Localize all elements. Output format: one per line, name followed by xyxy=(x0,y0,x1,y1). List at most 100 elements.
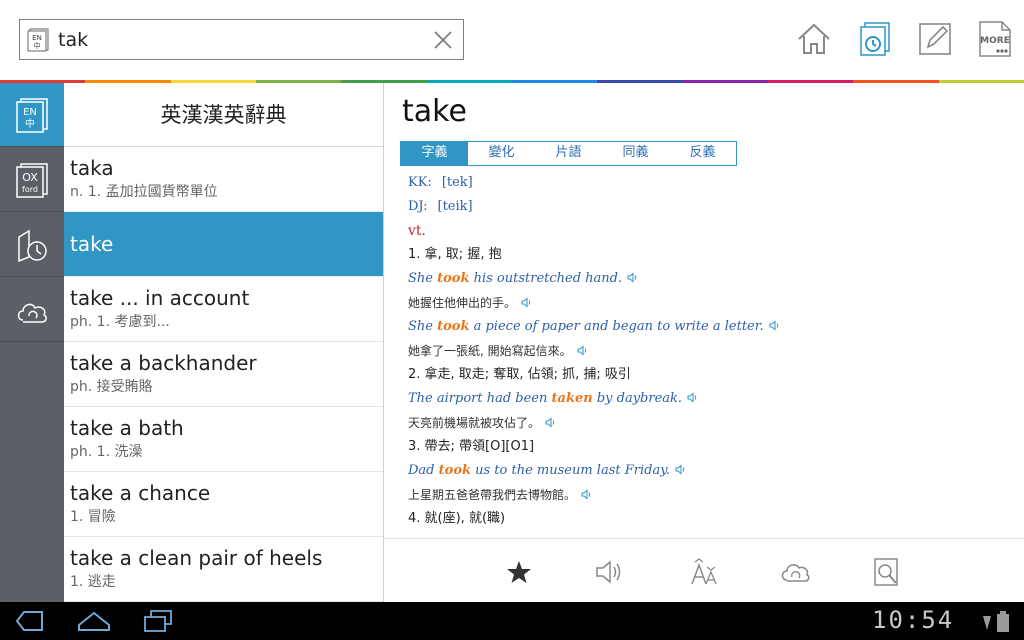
list-item[interactable]: take xyxy=(64,212,383,277)
home-nav-icon[interactable] xyxy=(76,608,112,634)
example-sentence: The airport had been taken by daybreak. xyxy=(408,387,1008,411)
rail-item-cloud[interactable] xyxy=(0,278,64,342)
svg-text:MORE: MORE xyxy=(980,36,1010,46)
example-highlight: took xyxy=(438,463,471,478)
speaker-icon[interactable] xyxy=(521,297,532,308)
example-highlight: took xyxy=(437,271,470,286)
bottom-toolbar xyxy=(384,538,1024,602)
speaker-icon[interactable] xyxy=(627,272,638,283)
translation-text: 她拿了一張紙, 開始寫起信來。 xyxy=(408,344,572,358)
speaker-icon[interactable] xyxy=(545,417,556,428)
sense-definition: 1. 拿, 取; 握, 抱 xyxy=(408,247,502,262)
word-list-pane: 英漢漢英辭典 taka n. 1. 孟加拉國貨幣單位 take take ... in… xyxy=(64,83,384,602)
example-pre: The airport had been xyxy=(408,391,552,406)
dj-pronunciation: DJ: [teik] xyxy=(408,195,1008,219)
list-item-definition: ph. 1. 洗澡 xyxy=(70,444,143,460)
recent-apps-icon[interactable] xyxy=(142,608,174,634)
system-bar: 10:54 xyxy=(0,602,1024,640)
svg-text:EN: EN xyxy=(23,107,37,118)
example-post: a piece of paper and began to write a le… xyxy=(469,319,764,334)
tab-1[interactable]: 變化 xyxy=(468,142,535,165)
example-translation: 她握住他伸出的手。 xyxy=(408,291,1008,315)
tab-2[interactable]: 片語 xyxy=(535,142,602,165)
sense-definition: 3. 帶去; 帶領[O][O1] xyxy=(408,439,535,454)
example-sentence: Dad took us to the museum last Friday. xyxy=(408,459,1008,483)
star-icon[interactable] xyxy=(504,557,534,587)
back-icon[interactable] xyxy=(14,608,46,634)
search-input[interactable] xyxy=(58,26,418,54)
example-translation: 上星期五爸爸帶我們去博物館。 xyxy=(408,483,1008,507)
dictionary-title: 英漢漢英辭典 xyxy=(64,83,383,147)
speaker-icon[interactable] xyxy=(687,392,698,403)
dictionary-rail: EN 中 OX ford xyxy=(0,83,64,602)
example-pre: She xyxy=(408,319,438,334)
list-item-definition: 1. 冒險 xyxy=(70,509,116,525)
translation-text: 上星期五爸爸帶我們去博物館。 xyxy=(408,488,577,502)
list-item-word: taka xyxy=(70,156,114,180)
search-box[interactable]: EN 中 xyxy=(19,19,464,60)
tab-4[interactable]: 反義 xyxy=(669,142,736,165)
list-item[interactable]: taka n. 1. 孟加拉國貨幣單位 xyxy=(64,147,383,212)
list-item-word: take a chance xyxy=(70,481,211,505)
speaker-icon[interactable] xyxy=(594,557,624,587)
svg-text:EN: EN xyxy=(32,34,42,42)
search-page-icon[interactable] xyxy=(872,557,902,587)
sense-definition: 2. 拿走, 取走; 奪取, 佔領; 抓, 捕; 吸引 xyxy=(408,367,631,382)
kk-label: KK: xyxy=(408,175,432,190)
list-item-definition: ph. 接受賄賂 xyxy=(70,379,153,395)
list-item[interactable]: take a backhander ph. 接受賄賂 xyxy=(64,342,383,407)
list-item-word: take a clean pair of heels xyxy=(70,546,323,570)
list-item[interactable]: take a bath ph. 1. 洗澡 xyxy=(64,407,383,472)
example-highlight: taken xyxy=(551,391,593,406)
sense-list: 1. 拿, 取; 握, 抱 She took his outstretched h… xyxy=(408,243,1008,531)
word-list[interactable]: taka n. 1. 孟加拉國貨幣單位 take take ... in accoun… xyxy=(64,147,383,602)
rail-item-oxford[interactable]: OX ford xyxy=(0,148,64,212)
entry-content: KK: [tek] DJ: [teik] vt. 1. 拿, 取; 握, 抱 She … xyxy=(408,171,1008,531)
list-item-definition: 1. 逃走 xyxy=(70,574,116,590)
example-translation: 她拿了一張紙, 開始寫起信來。 xyxy=(408,339,1008,363)
en-zh-dictionary-icon: EN 中 xyxy=(27,28,49,52)
more-icon[interactable]: MORE xyxy=(976,20,1014,58)
example-sentence: She took his outstretched hand. xyxy=(408,267,1008,291)
sense-definition: 4. 就(座), 就(職) xyxy=(408,511,506,526)
speaker-icon[interactable] xyxy=(581,489,592,500)
speaker-icon[interactable] xyxy=(577,345,588,356)
tab-3[interactable]: 同義 xyxy=(602,142,669,165)
battery-icon xyxy=(997,611,1009,632)
translation-text: 她握住他伸出的手。 xyxy=(408,296,517,310)
speaker-icon[interactable] xyxy=(769,320,780,331)
history-clock-icon xyxy=(18,229,47,263)
history-icon[interactable] xyxy=(856,20,894,58)
dj-label: DJ: xyxy=(408,199,428,214)
font-size-icon[interactable] xyxy=(689,557,719,587)
rail-item-history[interactable] xyxy=(0,213,64,277)
list-item[interactable]: take a clean pair of heels 1. 逃走 xyxy=(64,537,383,602)
list-item-definition: ph. 1. 考慮到... xyxy=(70,314,170,330)
cloud-save-icon[interactable] xyxy=(780,557,810,587)
list-item[interactable]: take ... in account ph. 1. 考慮到... xyxy=(64,277,383,342)
svg-text:ford: ford xyxy=(22,185,38,194)
entry-detail-pane: take 字義 變化 片語 同義 反義 KK: [tek] DJ: [teik] vt. 1… xyxy=(384,83,1024,538)
rail-item-en-zh[interactable]: EN 中 xyxy=(0,83,64,147)
speaker-icon[interactable] xyxy=(675,464,686,475)
clock: 10:54 xyxy=(872,606,955,634)
list-item-word: take ... in account xyxy=(70,286,250,310)
oxford-book-icon: OX ford xyxy=(16,163,48,198)
tab-0[interactable]: 字義 xyxy=(401,142,468,165)
list-item-word: take a bath xyxy=(70,416,184,440)
example-pre: She xyxy=(408,271,438,286)
clear-icon[interactable] xyxy=(432,29,454,51)
list-item-word: take xyxy=(70,232,114,256)
signal-icon xyxy=(983,616,991,630)
note-edit-icon[interactable] xyxy=(916,20,954,58)
entry-tabs: 字義 變化 片語 同義 反義 xyxy=(400,141,737,166)
list-item-definition: n. 1. 孟加拉國貨幣單位 xyxy=(70,184,218,200)
list-item[interactable]: take a chance 1. 冒險 xyxy=(64,472,383,537)
example-translation: 天亮前機場就被攻佔了。 xyxy=(408,411,1008,435)
example-post: by daybreak. xyxy=(592,391,683,406)
en-zh-book-icon: EN 中 xyxy=(16,98,48,133)
example-sentence: She took a piece of paper and began to w… xyxy=(408,315,1008,339)
home-icon[interactable] xyxy=(795,20,833,58)
example-post: his outstretched hand. xyxy=(469,271,623,286)
example-pre: Dad xyxy=(408,463,439,478)
